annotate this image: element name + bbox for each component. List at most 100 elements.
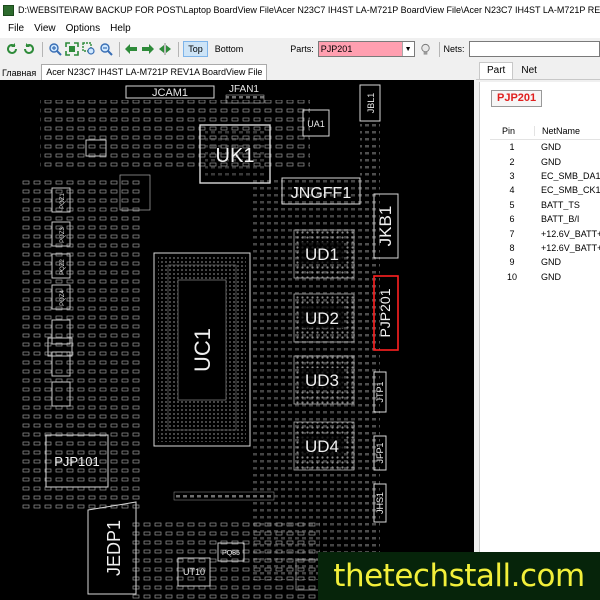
- ud2-label: UD2: [305, 309, 339, 328]
- arrow-right-icon: [142, 44, 155, 54]
- bottom-side-toggle[interactable]: Bottom: [210, 41, 249, 57]
- menu-options[interactable]: Options: [61, 21, 105, 37]
- pin-netname: EC_SMB_DA1: [541, 170, 600, 181]
- zoom-in-button[interactable]: [47, 41, 63, 58]
- table-row[interactable]: 1 GND: [490, 140, 600, 154]
- pin-netname: +12.6V_BATT+: [541, 228, 600, 239]
- board-canvas[interactable]: JCAM1 JFAN1 UA1 JBL1 UK1 JNGFF1 JKB1 UD1…: [0, 80, 474, 600]
- toolbar-separator: [438, 41, 440, 57]
- pin-rows: 1 GND 2 GND 3 EC_SMB_DA1 4 EC_SMB_CK1 5 BATT_TS 6 B…: [490, 140, 600, 284]
- uc1-label: UC1: [190, 328, 215, 372]
- ud4-chip[interactable]: UD4: [293, 421, 355, 471]
- parts-label: Parts:: [290, 44, 314, 54]
- pin-netname: +12.6V_BATT+: [541, 242, 600, 253]
- home-tab-label[interactable]: Главная: [2, 66, 36, 80]
- file-tab[interactable]: Acer N23C7 IH4ST LA-M721P REV1A BoardVie…: [41, 64, 268, 80]
- jtp1-label: JTP1: [375, 381, 385, 402]
- pin-number: 6: [509, 214, 515, 225]
- table-row[interactable]: 5 BATT_TS: [490, 198, 600, 212]
- table-row[interactable]: 9 GND: [490, 255, 600, 269]
- zoom-area-button[interactable]: [81, 41, 97, 58]
- mirror-button[interactable]: [157, 41, 173, 58]
- watermark-text: thetechstall.com: [333, 558, 585, 594]
- pin-number: 7: [509, 228, 515, 239]
- connector-footprint[interactable]: [173, 491, 275, 501]
- board-drawing[interactable]: JCAM1 JFAN1 UA1 JBL1 UK1 JNGFF1 JKB1 UD1…: [0, 80, 474, 600]
- watermark: thetechstall.com: [318, 552, 600, 600]
- ud1-chip[interactable]: UD1: [293, 229, 355, 279]
- zoom-out-button[interactable]: [98, 41, 114, 58]
- rotate-left-icon: [6, 43, 17, 54]
- jfan1-outline[interactable]: [225, 94, 265, 104]
- passives-area: [130, 520, 320, 600]
- pin-netname: GND: [541, 156, 561, 167]
- table-row[interactable]: 7 +12.6V_BATT+: [490, 226, 600, 240]
- jfp1-label: JFP1: [375, 442, 385, 463]
- pin-netname: GND: [541, 142, 561, 153]
- toolbar-separator: [178, 41, 180, 57]
- pqz4-label: PQZ4: [60, 290, 66, 306]
- pjp201-label: PJP201: [377, 288, 393, 337]
- top-side-toggle[interactable]: Top: [183, 41, 208, 57]
- parts-combo[interactable]: PJP201 ▼: [317, 41, 415, 57]
- back-button[interactable]: [124, 41, 140, 58]
- rotate-left-button[interactable]: [4, 41, 20, 58]
- menu-help[interactable]: Help: [105, 21, 136, 37]
- ud4-label: UD4: [305, 437, 339, 456]
- window-title: D:\WEBSITE\RAW BACKUP FOR POST\Laptop Bo…: [18, 5, 600, 15]
- pin-number: 4: [509, 185, 515, 196]
- jngff1-label: JNGFF1: [291, 185, 352, 202]
- pin-table-header: Pin NetName: [490, 122, 600, 140]
- menu-file[interactable]: File: [3, 21, 29, 37]
- arrow-left-icon: [125, 44, 138, 54]
- pin-table: Pin NetName 1 GND 2 GND 3 EC_SMB_DA1 4 EC_SMB_C…: [490, 122, 600, 284]
- column-netname[interactable]: NetName: [534, 125, 600, 136]
- title-bar: D:\WEBSITE\RAW BACKUP FOR POST\Laptop Bo…: [0, 0, 600, 20]
- column-pin[interactable]: Pin: [490, 126, 534, 136]
- nets-combo[interactable]: [468, 41, 600, 57]
- ud2-chip[interactable]: UD2: [293, 293, 355, 343]
- menu-view[interactable]: View: [29, 21, 61, 37]
- pin-netname: EC_SMB_CK1: [541, 185, 600, 196]
- pin-number: 3: [509, 170, 515, 181]
- parts-combo-value: PJP201: [320, 44, 353, 54]
- table-row[interactable]: 10 GND: [490, 270, 600, 284]
- tab-part[interactable]: Part: [479, 62, 514, 79]
- pin-number: 10: [506, 271, 517, 282]
- menu-bar: File View Options Help: [0, 20, 600, 38]
- pin-number: 5: [509, 199, 515, 210]
- document-tab-row: Главная Acer N23C7 IH4ST LA-M721P REV1A …: [0, 62, 474, 80]
- part-name-badge: PJP201: [491, 90, 543, 107]
- jhs1-label: JHS1: [375, 492, 385, 514]
- toolbar-separator: [118, 41, 120, 57]
- table-row[interactable]: 4 EC_SMB_CK1: [490, 183, 600, 197]
- part-details: PJP201 Pin NetName 1 GND 2 GND 3 EC_SMB_DA1 4 E…: [479, 82, 600, 558]
- table-row[interactable]: 6 BATT_B/I: [490, 212, 600, 226]
- pin-number: 8: [509, 242, 515, 253]
- pin-netname: GND: [541, 271, 561, 282]
- chevron-down-icon[interactable]: ▼: [401, 42, 414, 56]
- zoom-in-icon: [49, 43, 62, 56]
- zoom-fit-button[interactable]: [64, 41, 80, 58]
- rotate-right-button[interactable]: [21, 41, 37, 58]
- boardviewer-window: D:\WEBSITE\RAW BACKUP FOR POST\Laptop Bo…: [0, 0, 600, 600]
- ud3-label: UD3: [305, 371, 339, 390]
- app-icon: [3, 4, 14, 16]
- uc1-cpu[interactable]: UC1: [153, 252, 251, 447]
- pqz3-label: PQZ3: [60, 227, 66, 243]
- jcam1-label: JCAM1: [152, 87, 188, 99]
- passives-area: [360, 120, 380, 590]
- ud3-chip[interactable]: UD3: [293, 355, 355, 405]
- pin-netname: GND: [541, 257, 561, 268]
- table-row[interactable]: 8 +12.6V_BATT+: [490, 241, 600, 255]
- uk1-label: UK1: [216, 145, 255, 167]
- forward-button[interactable]: [140, 41, 156, 58]
- zoom-fit-icon: [64, 42, 79, 56]
- zoom-out-icon: [99, 43, 113, 56]
- tab-net[interactable]: Net: [513, 62, 545, 79]
- table-row[interactable]: 3 EC_SMB_DA1: [490, 169, 600, 183]
- search-part-button[interactable]: [418, 41, 434, 58]
- pjp101-label: PJP101: [54, 454, 100, 469]
- pin-number: 9: [509, 257, 515, 268]
- table-row[interactable]: 2 GND: [490, 154, 600, 168]
